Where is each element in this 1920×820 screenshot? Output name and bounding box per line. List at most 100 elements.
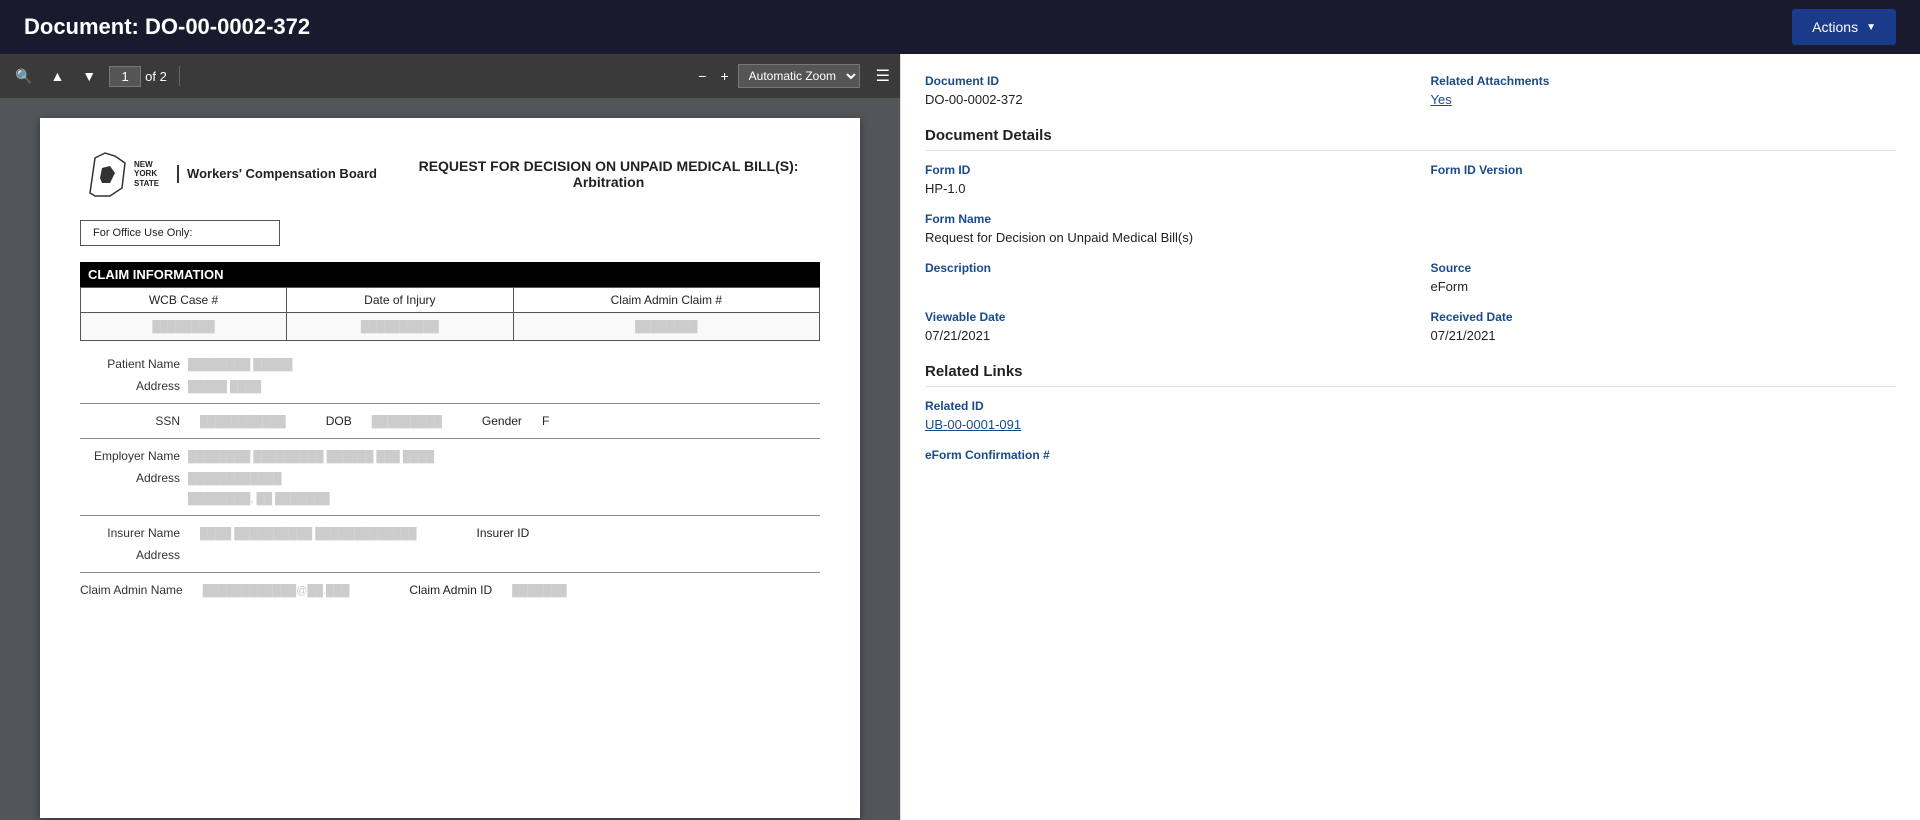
- metadata-panel: Document ID DO-00-0002-372 Related Attac…: [900, 54, 1920, 820]
- meta-section-related-links: Related Links Related ID UB-00-0001-091 …: [925, 363, 1896, 466]
- description-source-row: Description Source eForm: [925, 261, 1896, 294]
- document-details-title: Document Details: [925, 127, 1896, 151]
- employer-name-label: Employer Name: [80, 449, 180, 463]
- search-icon[interactable]: 🔍: [10, 66, 37, 87]
- source-field: Source eForm: [1431, 261, 1897, 294]
- description-field: Description: [925, 261, 1391, 294]
- office-use-box: For Office Use Only:: [80, 220, 280, 246]
- zoom-out-button[interactable]: −: [693, 66, 711, 86]
- pdf-page: NEWYORKSTATE Workers' Compensation Board…: [40, 118, 860, 818]
- insurer-address-row: Address: [80, 548, 820, 562]
- dates-row: Viewable Date 07/21/2021 Received Date 0…: [925, 310, 1896, 343]
- insurer-name-value: ████ ██████████ █████████████: [200, 528, 417, 540]
- claim-admin-id-value: ███████: [512, 585, 567, 597]
- source-label: Source: [1431, 261, 1897, 275]
- claim-admin-name-value: ████████████@██.███: [203, 585, 350, 597]
- pdf-menu-icon[interactable]: ☰: [876, 66, 890, 86]
- received-date-field: Received Date 07/21/2021: [1431, 310, 1897, 343]
- dob-label: DOB: [326, 414, 352, 428]
- ssn-dob-row: SSN ███████████ DOB █████████ Gender F: [80, 414, 820, 428]
- eform-confirmation-field: eForm Confirmation #: [925, 448, 1896, 466]
- insurer-address-label: Address: [80, 548, 180, 562]
- employer-address-row: Address ████████████: [80, 471, 820, 485]
- claim-admin-row: Claim Admin Name ████████████@██.███ Cla…: [80, 583, 820, 597]
- patient-name-label: Patient Name: [80, 357, 180, 371]
- related-id-link[interactable]: UB-00-0001-091: [925, 417, 1021, 432]
- related-attachments-value: Yes: [1431, 92, 1897, 107]
- related-id-label: Related ID: [925, 399, 1896, 413]
- doc-header: NEWYORKSTATE Workers' Compensation Board…: [80, 148, 820, 200]
- viewable-date-label: Viewable Date: [925, 310, 1391, 324]
- actions-label: Actions: [1812, 19, 1858, 35]
- document-id-label: Document ID: [925, 74, 1391, 88]
- actions-button[interactable]: Actions ▼: [1792, 9, 1896, 45]
- patient-address-label: Address: [80, 379, 180, 393]
- claim-admin-name-label: Claim Admin Name: [80, 583, 183, 597]
- form-name-row: Form Name Request for Decision on Unpaid…: [925, 212, 1896, 245]
- insurer-id-label: Insurer ID: [477, 526, 530, 540]
- related-attachments-label: Related Attachments: [1431, 74, 1897, 88]
- patient-name-value: ████████ █████: [188, 359, 292, 371]
- page-number-display: of 2: [109, 66, 167, 87]
- next-page-button[interactable]: ▼: [77, 66, 101, 86]
- col-date-of-injury: Date of Injury: [287, 288, 514, 313]
- related-attachments-link[interactable]: Yes: [1431, 92, 1452, 107]
- col-claim-admin: Claim Admin Claim #: [513, 288, 819, 313]
- ssn-value: ███████████: [200, 416, 286, 428]
- employer-address-label: Address: [80, 471, 180, 485]
- office-use-label: For Office Use Only:: [93, 227, 192, 239]
- employer-address2-row: ████████, ██ ███████: [80, 493, 820, 505]
- patient-name-row: Patient Name ████████ █████: [80, 357, 820, 371]
- employer-address-2: ████████, ██ ███████: [188, 493, 330, 505]
- doc-id-row: Document ID DO-00-0002-372 Related Attac…: [925, 74, 1896, 107]
- eform-confirmation-label: eForm Confirmation #: [925, 448, 1896, 462]
- form-name-field: Form Name Request for Decision on Unpaid…: [925, 212, 1896, 245]
- pdf-panel: 🔍 ▲ ▼ of 2 − + Automatic Zoom 50% 75% 10…: [0, 54, 900, 820]
- claim-admin-id-label: Claim Admin ID: [409, 583, 492, 597]
- doc-title: REQUEST FOR DECISION ON UNPAID MEDICAL B…: [397, 158, 820, 190]
- related-id-row: Related ID UB-00-0001-091: [925, 399, 1896, 432]
- board-name: Workers' Compensation Board: [177, 165, 377, 183]
- gender-value: F: [542, 414, 549, 428]
- col-wcb-case: WCB Case #: [81, 288, 287, 313]
- form-id-version-label: Form ID Version: [1431, 163, 1897, 177]
- claim-info-table: WCB Case # Date of Injury Claim Admin Cl…: [80, 287, 820, 341]
- related-id-field: Related ID UB-00-0001-091: [925, 399, 1896, 432]
- form-name-label: Form Name: [925, 212, 1896, 226]
- page-header: Document: DO-00-0002-372 Actions ▼: [0, 0, 1920, 54]
- employer-name-row: Employer Name ████████ █████████ ██████ …: [80, 449, 820, 463]
- employer-name-value: ████████ █████████ ██████ ███ ████: [188, 451, 434, 463]
- pdf-toolbar: 🔍 ▲ ▼ of 2 − + Automatic Zoom 50% 75% 10…: [0, 54, 900, 98]
- form-id-row: Form ID HP-1.0 Form ID Version: [925, 163, 1896, 196]
- patient-address-value: █████ ████: [188, 381, 261, 393]
- ssn-label: SSN: [80, 414, 180, 428]
- received-date-value: 07/21/2021: [1431, 328, 1897, 343]
- chevron-down-icon: ▼: [1866, 22, 1876, 33]
- pdf-content-area[interactable]: NEWYORKSTATE Workers' Compensation Board…: [0, 98, 900, 820]
- viewable-date-field: Viewable Date 07/21/2021: [925, 310, 1391, 343]
- state-name: NEWYORKSTATE: [134, 160, 159, 189]
- form-id-value: HP-1.0: [925, 181, 1391, 196]
- cell-date-of-injury: ██████████: [287, 313, 514, 341]
- insurer-name-label: Insurer Name: [80, 526, 180, 540]
- eform-confirmation-row: eForm Confirmation #: [925, 448, 1896, 466]
- related-attachments-field: Related Attachments Yes: [1431, 74, 1897, 107]
- zoom-in-button[interactable]: +: [715, 66, 733, 86]
- received-date-label: Received Date: [1431, 310, 1897, 324]
- document-id-value: DO-00-0002-372: [925, 92, 1391, 107]
- page-title: Document: DO-00-0002-372: [24, 14, 310, 40]
- description-label: Description: [925, 261, 1391, 275]
- page-number-input[interactable]: [109, 66, 141, 87]
- form-id-field: Form ID HP-1.0: [925, 163, 1391, 196]
- nys-logo-icon: [80, 148, 132, 200]
- employer-address-1: ████████████: [188, 473, 282, 485]
- meta-section-details: Document Details Form ID HP-1.0 Form ID …: [925, 127, 1896, 343]
- zoom-select[interactable]: Automatic Zoom 50% 75% 100% 125% 150%: [738, 64, 860, 88]
- page-total: of 2: [145, 69, 167, 84]
- patient-address-row: Address █████ ████: [80, 379, 820, 393]
- prev-page-button[interactable]: ▲: [45, 66, 69, 86]
- viewable-date-value: 07/21/2021: [925, 328, 1391, 343]
- cell-wcb-case: ████████: [81, 313, 287, 341]
- zoom-controls: − + Automatic Zoom 50% 75% 100% 125% 150…: [693, 64, 859, 88]
- claim-info-header: CLAIM INFORMATION: [80, 262, 820, 287]
